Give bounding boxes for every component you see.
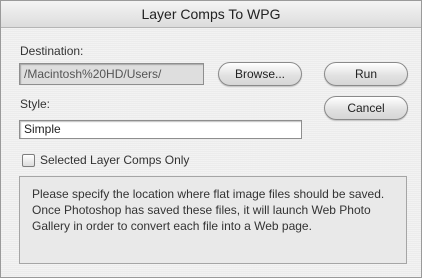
destination-label: Destination: (20, 44, 84, 58)
window-title: Layer Comps To WPG (141, 6, 281, 22)
window-title-bar[interactable]: Layer Comps To WPG (1, 1, 421, 28)
destination-path-field: /Macintosh%20HD/Users/ (19, 63, 204, 85)
info-message-box: Please specify the location where flat i… (19, 176, 407, 264)
style-label: Style: (20, 97, 51, 111)
run-button[interactable]: Run (324, 62, 408, 86)
info-message-text: Please specify the location where flat i… (32, 187, 385, 233)
style-input[interactable]: Simple (19, 120, 302, 139)
selected-layer-comps-only-checkbox[interactable] (22, 154, 35, 167)
browse-button[interactable]: Browse... (218, 62, 302, 86)
layer-comps-to-wpg-dialog: Layer Comps To WPG Destination: /Macinto… (0, 0, 422, 278)
cancel-button[interactable]: Cancel (324, 96, 408, 120)
selected-layer-comps-only-label[interactable]: Selected Layer Comps Only (40, 153, 189, 167)
